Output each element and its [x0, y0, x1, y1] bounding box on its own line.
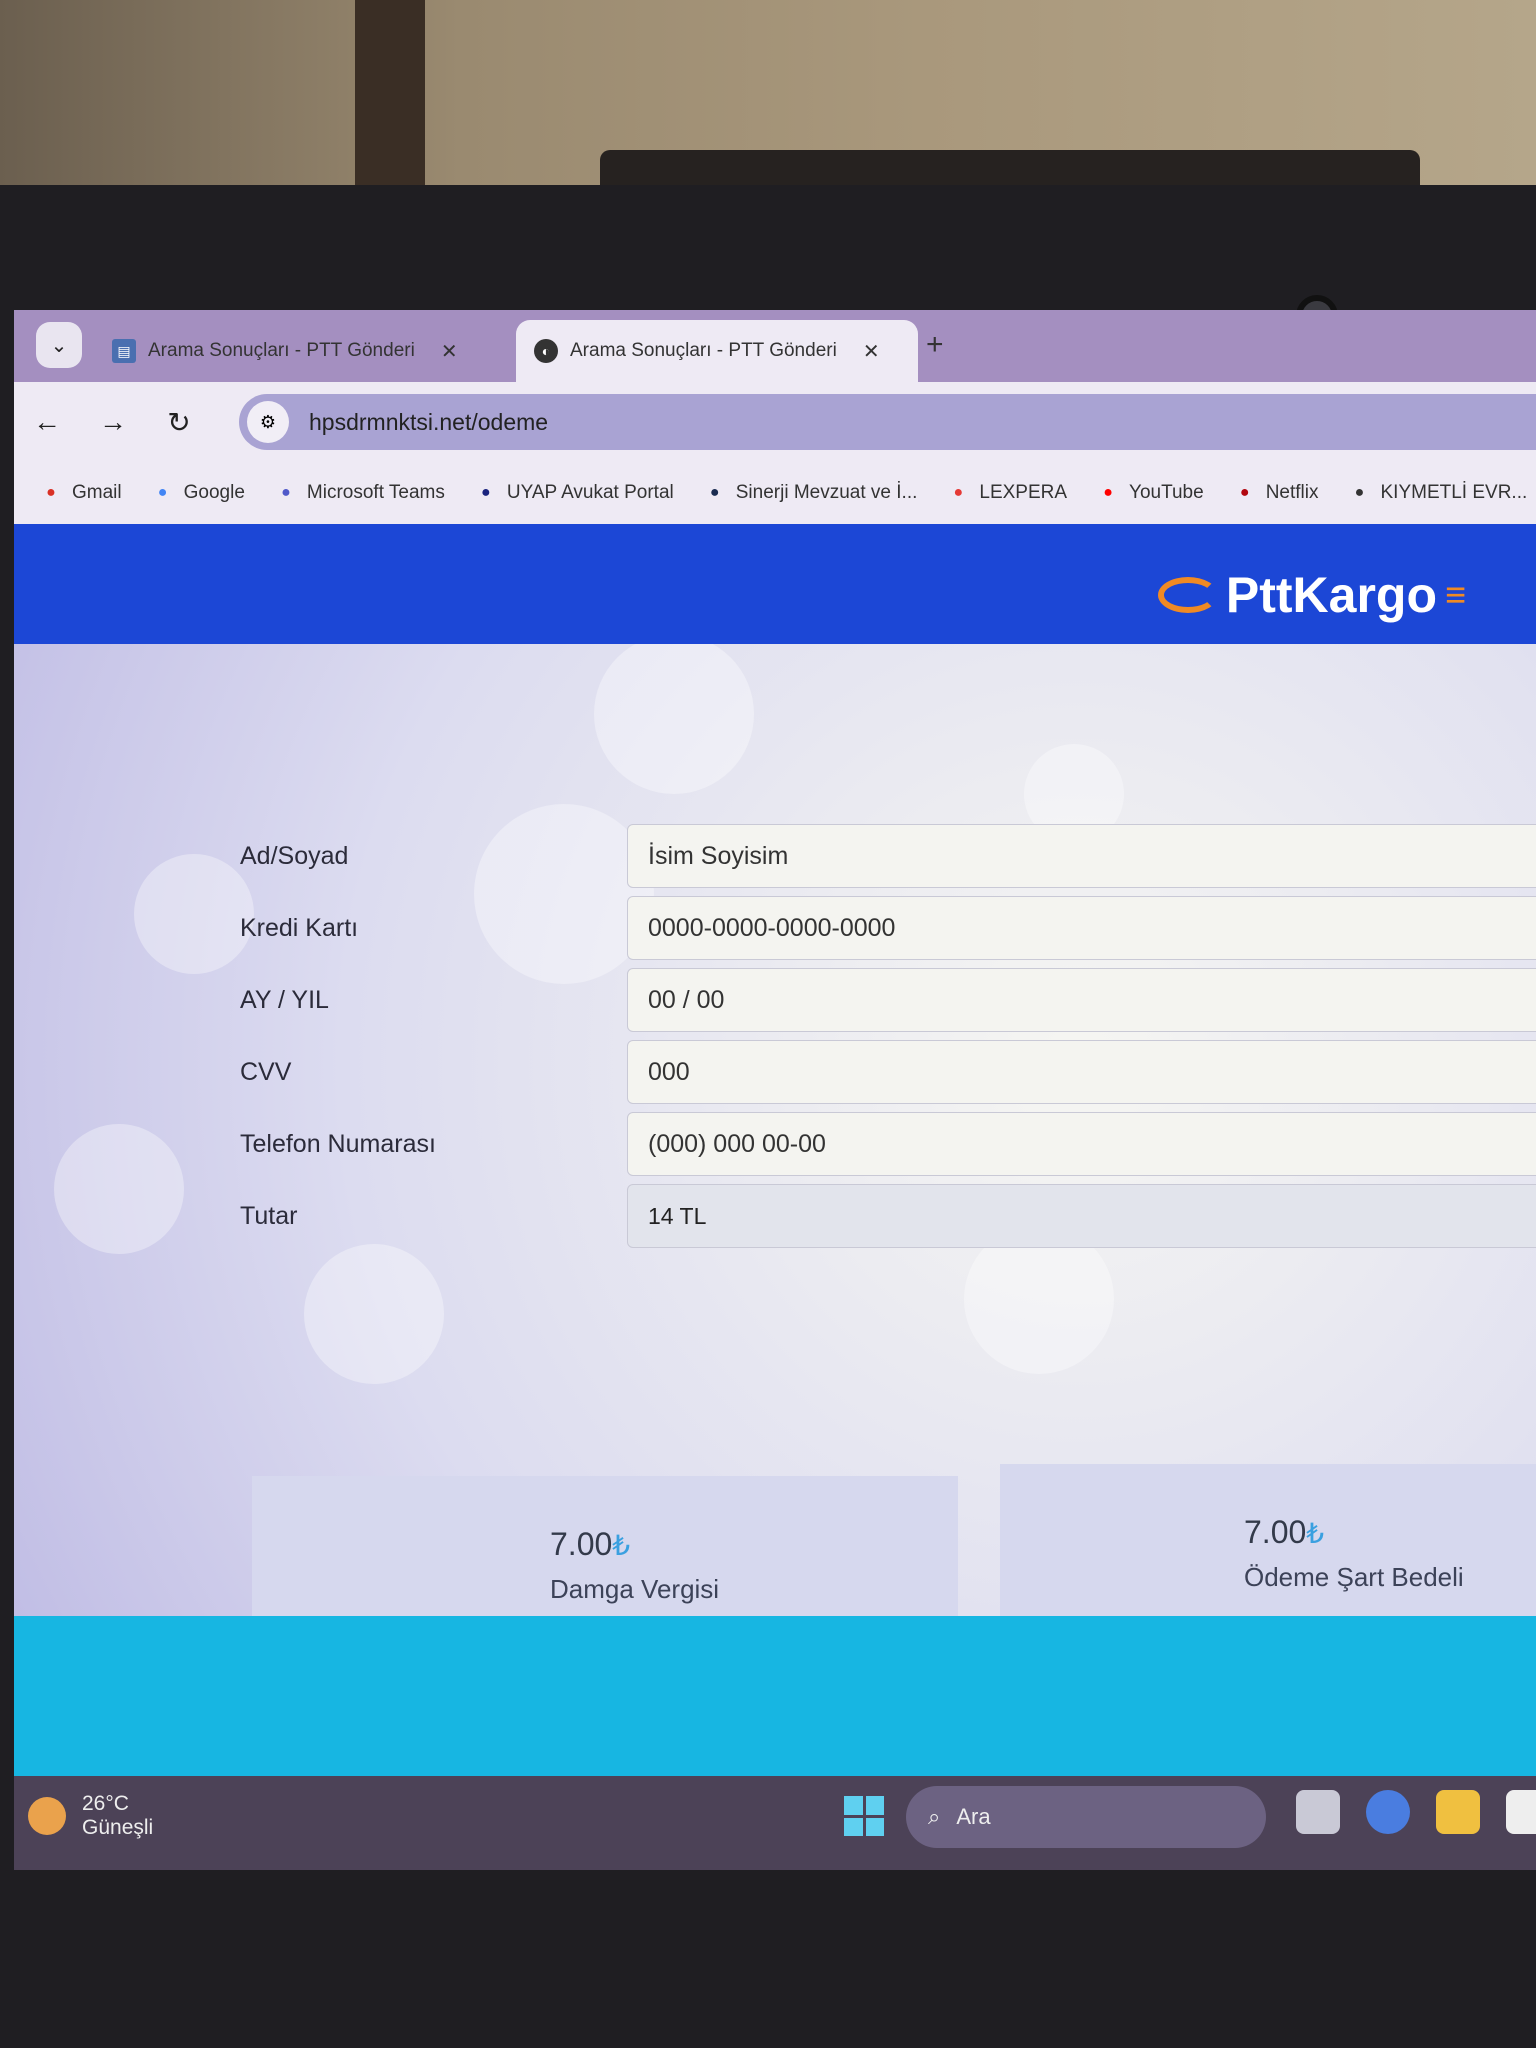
- field-value: 00 / 00: [648, 985, 725, 1014]
- site-footer: [14, 1616, 1536, 1776]
- bookmarks-bar: ● Gmail ● Google ● Microsoft Teams ● UYAP Avuka…: [14, 462, 1536, 524]
- fee-label: Ödeme Şart Bedeli: [1244, 1562, 1464, 1592]
- pttkargo-logo[interactable]: PttKargo ≡: [1157, 566, 1466, 624]
- lexpera-icon: ●: [953, 484, 964, 501]
- background-wall: [0, 0, 1536, 230]
- uyap-icon: ●: [481, 484, 491, 501]
- bookmark-3[interactable]: ● UYAP Avukat Portal: [475, 482, 674, 504]
- form-row: Telefon Numarası (000) 000 00-00: [14, 1112, 1536, 1176]
- bookmark-5[interactable]: ● LEXPERA: [947, 482, 1068, 504]
- youtube-icon: ●: [1103, 484, 1113, 501]
- field-label: Kredi Kartı: [240, 914, 359, 942]
- tab-2[interactable]: ◐ Arama Sonuçları - PTT Gönderi ✕: [516, 320, 918, 382]
- file-explorer-icon[interactable]: [1436, 1790, 1480, 1834]
- bookmark-label: KIYMETLİ EVR...: [1380, 482, 1528, 503]
- close-icon[interactable]: ✕: [863, 339, 880, 364]
- address-bar[interactable]: ⚙: [239, 394, 1536, 450]
- bookmark-label: Netflix: [1265, 482, 1319, 503]
- payment-page: PttKargo ≡ Ad/Soyad İsim Soyisim Kredi Kar…: [14, 524, 1536, 1870]
- search-icon: ⌕: [928, 1804, 941, 1829]
- reload-button[interactable]: ↻: [146, 406, 212, 439]
- field-label: Ad/Soyad: [240, 842, 349, 870]
- toolbar: ← → ↻ ⚙: [14, 382, 1536, 462]
- forward-button[interactable]: →: [80, 406, 146, 438]
- site-settings-icon[interactable]: ⚙: [247, 401, 289, 443]
- bookmark-label: UYAP Avukat Portal: [506, 482, 674, 503]
- tab-search-button[interactable]: ⌄: [36, 322, 82, 368]
- google-icon: ●: [157, 484, 168, 501]
- taskbar: 26°C Güneşli ⌕ Ara: [14, 1768, 1536, 1870]
- taskbar-search[interactable]: ⌕ Ara: [906, 1786, 1266, 1848]
- teams-chat-icon[interactable]: [1366, 1790, 1410, 1834]
- task-view-icon[interactable]: [1296, 1790, 1340, 1834]
- weather-widget[interactable]: 26°C Güneşli: [28, 1792, 153, 1840]
- tab-bar: ⌄ ▤ Arama Sonuçları - PTT Gönderi ✕ ◐ Ar…: [14, 310, 1536, 382]
- fee-card-damga: 7.00₺ Damga Vergisi: [252, 1476, 958, 1616]
- field-input-0[interactable]: İsim Soyisim: [627, 824, 1536, 888]
- bookmark-label: LEXPERA: [979, 482, 1068, 503]
- form-row: Kredi Kartı 0000-0000-0000-0000: [14, 896, 1536, 960]
- field-label: Tutar: [240, 1202, 298, 1230]
- windows-start-icon[interactable]: [844, 1796, 884, 1836]
- page-icon: ▤: [112, 339, 136, 363]
- chevron-down-icon: ⌄: [50, 334, 68, 357]
- screen: ⌄ ▤ Arama Sonuçları - PTT Gönderi ✕ ◐ Ar…: [14, 310, 1536, 1870]
- netflix-icon: ●: [1239, 484, 1250, 501]
- fee-card-odeme: 7.00₺ Ödeme Şart Bedeli: [1000, 1464, 1536, 1616]
- tab-1[interactable]: ▤ Arama Sonuçları - PTT Gönderi ✕: [94, 320, 476, 382]
- field-value: 000: [648, 1057, 690, 1086]
- fee-amount: 7.00: [1244, 1514, 1307, 1550]
- bookmark-label: YouTube: [1129, 482, 1204, 503]
- lira-icon: ₺: [612, 1530, 631, 1561]
- fee-amount: 7.00: [550, 1526, 613, 1562]
- field-input-2[interactable]: 00 / 00: [627, 968, 1536, 1032]
- globe-icon: ◐: [534, 339, 558, 363]
- url-input[interactable]: [309, 408, 909, 436]
- store-icon[interactable]: [1506, 1790, 1536, 1834]
- field-input-5: 14 TL: [627, 1184, 1536, 1248]
- form-row: CVV 000: [14, 1040, 1536, 1104]
- tab-title: Arama Sonuçları - PTT Gönderi: [570, 340, 837, 361]
- bookmark-0[interactable]: ● Gmail: [40, 482, 122, 504]
- field-label: Telefon Numarası: [240, 1130, 436, 1158]
- bookmark-label: Google: [183, 482, 245, 503]
- field-input-4[interactable]: (000) 000 00-00: [627, 1112, 1536, 1176]
- new-tab-button[interactable]: +: [926, 328, 944, 362]
- bookmark-7[interactable]: ● Netflix: [1234, 482, 1319, 504]
- field-value: 0000-0000-0000-0000: [648, 913, 896, 942]
- tab-title: Arama Sonuçları - PTT Gönderi: [148, 340, 415, 361]
- bookmark-1[interactable]: ● Google: [152, 482, 245, 504]
- bookmark-4[interactable]: ● Sinerji Mevzuat ve İ...: [704, 482, 918, 504]
- form-row: Tutar 14 TL: [14, 1184, 1536, 1248]
- teams-icon: ●: [281, 484, 291, 501]
- sun-icon: [28, 1797, 66, 1835]
- field-label: AY / YIL: [240, 986, 329, 1014]
- bookmark-label: Microsoft Teams: [306, 482, 445, 503]
- bookmark-label: Gmail: [72, 482, 122, 503]
- bookmark-8[interactable]: ● KIYMETLİ EVR...: [1349, 482, 1528, 504]
- field-value: 14 TL: [648, 1202, 707, 1229]
- back-button[interactable]: ←: [14, 406, 80, 438]
- gmail-icon: ●: [46, 484, 56, 501]
- lira-icon: ₺: [1306, 1518, 1325, 1549]
- globe-icon: ●: [1354, 484, 1365, 501]
- field-value: İsim Soyisim: [648, 841, 789, 870]
- field-value: (000) 000 00-00: [648, 1129, 826, 1158]
- bookmark-2[interactable]: ● Microsoft Teams: [275, 482, 445, 504]
- form-row: AY / YIL 00 / 00: [14, 968, 1536, 1032]
- field-input-3[interactable]: 000: [627, 1040, 1536, 1104]
- close-icon[interactable]: ✕: [441, 339, 458, 364]
- site-header: PttKargo ≡: [14, 524, 1536, 644]
- form-row: Ad/Soyad İsim Soyisim: [14, 824, 1536, 888]
- field-label: CVV: [240, 1058, 292, 1086]
- fee-label: Damga Vergisi: [550, 1574, 720, 1604]
- logo-swoosh-icon: [1157, 577, 1218, 613]
- sinerji-icon: ●: [709, 484, 720, 501]
- bookmark-label: Sinerji Mevzuat ve İ...: [735, 482, 918, 503]
- field-input-1[interactable]: 0000-0000-0000-0000: [627, 896, 1536, 960]
- bookmark-6[interactable]: ● YouTube: [1097, 482, 1204, 504]
